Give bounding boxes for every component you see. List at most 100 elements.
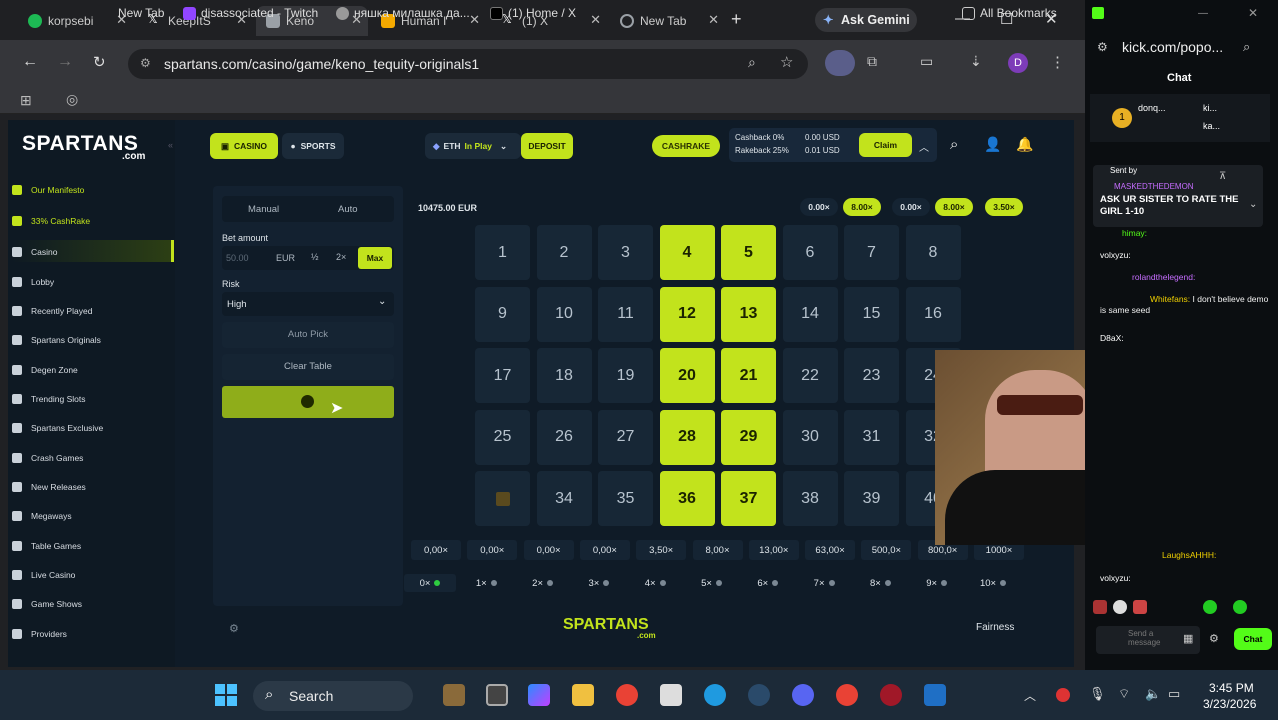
bookmark-ru[interactable]: няшка милашка да... [336, 6, 470, 20]
cashrake-button[interactable]: CASHRAKE [652, 135, 720, 157]
star-icon[interactable]: ☆ [780, 53, 793, 71]
keno-cell[interactable]: 11 [598, 286, 653, 342]
keno-cell[interactable]: 29 [721, 409, 776, 465]
tab-5[interactable]: New Tab ✕ [610, 6, 725, 36]
site-info-icon[interactable]: ⚙ [140, 56, 151, 70]
back-arrow-icon[interactable]: ← [22, 53, 38, 71]
bookmark-twitch[interactable]: disassociated - Twitch [183, 6, 318, 20]
keno-cell[interactable]: 28 [659, 409, 715, 465]
auto-tab[interactable]: Auto [338, 204, 358, 215]
close-icon[interactable]: ✕ [590, 12, 601, 28]
keno-cell[interactable]: 38 [782, 471, 838, 526]
spartans-logo[interactable]: SPARTANS .com [22, 132, 145, 162]
keno-cell[interactable]: 12 [659, 286, 715, 342]
chevron-down-icon[interactable]: ⌄ [1249, 199, 1257, 210]
keno-cell[interactable]: 22 [782, 348, 838, 403]
taskbar-search[interactable]: ⌕ Search [253, 681, 413, 711]
zoom-icon[interactable]: ⌕ [748, 54, 756, 71]
keno-cell[interactable]: 18 [536, 348, 592, 403]
keno-cell[interactable]: 10 [536, 286, 592, 342]
bell-icon[interactable]: 🔔 [1016, 136, 1033, 153]
risk-select[interactable] [222, 292, 394, 316]
chat-user[interactable]: volxyzu: [1100, 250, 1131, 260]
keno-cell[interactable]: 34 [536, 471, 592, 526]
chat-user[interactable]: D8aX: [1100, 333, 1124, 343]
sidebar-item[interactable]: Degen Zone [12, 362, 78, 378]
collapse-sidebar-icon[interactable]: « [168, 140, 173, 150]
keno-cell[interactable]: 16 [905, 286, 961, 342]
new-tab-plus-icon[interactable]: + [731, 9, 742, 30]
keno-cell[interactable]: 26 [536, 409, 592, 465]
discord-icon[interactable] [792, 684, 814, 706]
claim-button[interactable]: Claim [859, 133, 912, 157]
keno-cell[interactable] [475, 471, 530, 526]
keno-cell[interactable]: 4 [659, 225, 715, 280]
chat-user[interactable]: LaughsAHHH: [1162, 550, 1216, 560]
chat-user[interactable]: Whitefans: [1150, 294, 1190, 304]
keno-cell[interactable]: 13 [721, 286, 776, 342]
chrome-active-icon[interactable] [836, 684, 858, 706]
keno-cell[interactable]: 20 [659, 348, 715, 403]
apps-grid-icon[interactable]: ⊞ [20, 92, 32, 109]
sidebar-item[interactable]: New Releases [12, 479, 86, 495]
keno-cell[interactable]: 14 [782, 286, 838, 342]
keno-cell[interactable]: 31 [844, 409, 899, 465]
chat-user[interactable]: volxyzu: [1100, 573, 1131, 583]
auto-pick-button[interactable]: Auto Pick [222, 322, 394, 348]
sports-nav-button[interactable]: ● SPORTS [282, 133, 344, 159]
keno-cell[interactable]: 35 [598, 471, 653, 526]
chat-user[interactable]: rolandthelegend: [1132, 272, 1195, 282]
keno-cell[interactable]: 7 [844, 225, 899, 280]
keno-cell[interactable]: 5 [721, 225, 776, 280]
keno-cell[interactable]: 27 [598, 409, 653, 465]
sidebar-item[interactable]: Recently Played [12, 303, 92, 319]
sidebar-item[interactable]: Casino [12, 244, 57, 260]
store-icon[interactable] [660, 684, 682, 706]
close-icon[interactable]: ✕ [469, 12, 480, 28]
microphone-icon[interactable]: 🎙 [1089, 686, 1106, 702]
tab-0[interactable]: korpsebi ✕ [18, 6, 133, 36]
globe-icon[interactable]: ◎ [66, 91, 78, 108]
extension-icon[interactable] [825, 50, 855, 76]
bookmark-x-home[interactable]: (1) Home / X [490, 6, 576, 20]
keno-cell[interactable]: 3 [598, 225, 653, 280]
clear-table-button[interactable]: Clear Table [222, 354, 394, 380]
keno-cell[interactable]: 39 [844, 471, 899, 526]
sidebar-item[interactable]: Table Games [12, 538, 81, 554]
tray-app-icon[interactable] [1056, 688, 1070, 702]
keno-cell[interactable]: 36 [659, 471, 715, 526]
deposit-button[interactable]: DEPOSIT [521, 133, 573, 159]
profile-avatar[interactable]: D [1008, 53, 1028, 73]
chat-user[interactable]: himay: [1122, 228, 1147, 238]
clock-date[interactable]: 3/23/2026 [1203, 697, 1256, 711]
copilot-icon[interactable] [528, 684, 550, 706]
double-bet-button[interactable]: 2× [336, 252, 346, 262]
wifi-icon[interactable]: ⌔ [1118, 686, 1130, 702]
sidebar-item[interactable]: Trending Slots [12, 391, 86, 407]
chevron-up-icon[interactable]: ︿ [919, 139, 929, 154]
sidebar-item[interactable]: Providers [12, 626, 67, 642]
menu-dots-icon[interactable]: ⋮ [1050, 53, 1065, 71]
ask-gemini-button[interactable]: ✦ Ask Gemini [815, 8, 917, 32]
app-icon[interactable] [924, 684, 946, 706]
battery-icon[interactable]: ▭ [1168, 686, 1180, 702]
search-highlight-icon[interactable] [443, 684, 465, 706]
settings-icon[interactable]: ⚙ [1097, 40, 1108, 54]
keno-cell[interactable]: 9 [475, 286, 530, 342]
keno-cell[interactable]: 8 [905, 225, 961, 280]
sidebar-item[interactable]: Game Shows [12, 596, 82, 612]
send-chat-button[interactable]: Chat [1234, 628, 1272, 650]
currency-select[interactable]: ◆ ETH In Play ⌄ [425, 133, 521, 159]
keno-cell[interactable]: 21 [721, 348, 776, 403]
keno-cell[interactable]: 37 [721, 471, 776, 526]
keno-cell[interactable]: 2 [536, 225, 592, 280]
sidebar-item[interactable]: 33% CashRake [12, 213, 90, 229]
media-icon[interactable]: ▭ [920, 53, 933, 70]
sidebar-item[interactable]: Live Casino [12, 567, 75, 583]
gift-icon[interactable]: ▦ [1183, 632, 1193, 645]
user-icon[interactable]: 👤 [984, 136, 1001, 153]
keno-cell[interactable]: 30 [782, 409, 838, 465]
all-bookmarks[interactable]: All Bookmarks [962, 6, 1057, 20]
search-icon[interactable]: ⌕ [1243, 39, 1250, 55]
half-bet-button[interactable]: ½ [311, 252, 319, 262]
